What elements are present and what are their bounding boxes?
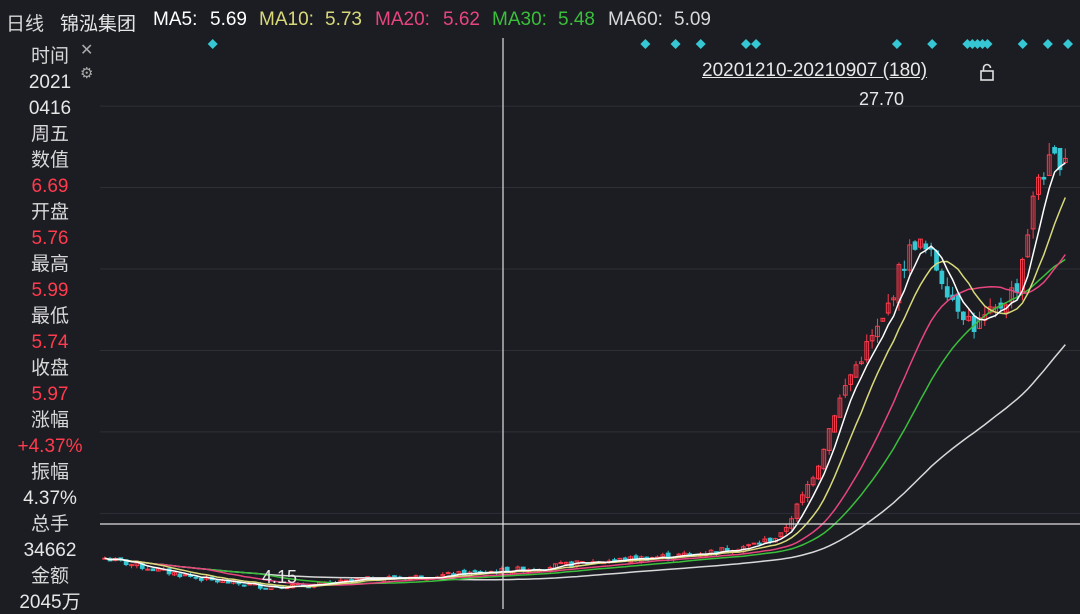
change-label: 涨幅 <box>30 410 69 431</box>
candle-body <box>145 568 150 571</box>
signal-marker <box>891 39 902 49</box>
range-label[interactable]: 20201210-20210907 (180) <box>702 60 927 82</box>
close-value: 5.97 <box>31 384 69 405</box>
candle-body <box>150 568 156 572</box>
ma60-value: 5.09 <box>674 9 711 30</box>
ma30-value: 5.48 <box>558 9 595 30</box>
low-annotation: 4.15 <box>262 567 298 587</box>
ma10-label: MA10: <box>259 9 314 30</box>
signal-markers <box>207 39 1073 49</box>
candle-body <box>923 243 929 250</box>
info-panel: 时间 2021 0416 周五 数值 6.69 开盘 5.76 最高 5.99 … <box>0 38 100 613</box>
candle-body <box>215 580 220 583</box>
candle-body <box>944 286 950 298</box>
signal-marker <box>670 39 681 49</box>
amount-value: 2045万 <box>19 592 81 613</box>
open-value: 5.76 <box>31 228 69 249</box>
candle-body <box>901 268 907 271</box>
candle-body <box>746 544 752 547</box>
candle-body <box>472 570 478 573</box>
signal-marker <box>741 39 751 49</box>
value-label: 数值 <box>30 150 69 171</box>
candle-body <box>912 241 918 250</box>
gear-icon[interactable]: ⚙ <box>80 64 98 82</box>
kline-chart[interactable] <box>0 0 1080 609</box>
lock-icon[interactable] <box>978 63 996 81</box>
candle-body <box>939 270 945 285</box>
ma20-label: MA20: <box>375 9 430 30</box>
candle-body <box>1052 147 1057 154</box>
ma20-value: 5.62 <box>443 9 480 30</box>
amount-label: 金额 <box>30 566 69 587</box>
candle-body <box>1041 176 1047 180</box>
ma-header: 日线 锦泓集团 MA5: 5.69 MA10: 5.73 MA20: 5.62 … <box>0 0 1080 38</box>
signal-marker <box>207 39 218 49</box>
candle-body <box>263 587 269 590</box>
low-value: 5.74 <box>31 332 69 353</box>
weekday: 周五 <box>30 124 69 145</box>
signal-marker <box>982 39 993 49</box>
candle-body <box>558 562 564 565</box>
candle-body <box>177 573 183 578</box>
open-label: 开盘 <box>30 202 69 223</box>
ma5-label: MA5: <box>153 9 198 30</box>
ma10-line <box>104 197 1066 588</box>
signal-marker <box>1042 39 1053 49</box>
volume-label: 总手 <box>30 514 69 535</box>
signal-marker <box>1063 39 1073 49</box>
candle-body <box>193 576 199 579</box>
candle-body <box>767 537 773 542</box>
change-value: +4.37% <box>17 436 83 457</box>
high-value: 5.99 <box>31 280 69 301</box>
ma30-line <box>104 258 1066 585</box>
signal-marker <box>751 39 762 49</box>
ma20-line <box>104 254 1066 586</box>
ma60-label: MA60: <box>608 9 663 30</box>
amplitude-value: 4.37% <box>23 488 77 509</box>
candles <box>102 142 1068 591</box>
candle-body <box>1014 283 1020 293</box>
high-annotation: 27.70 <box>859 89 905 109</box>
close-icon[interactable]: ✕ <box>80 40 98 59</box>
amplitude-label: 振幅 <box>30 462 69 483</box>
ma10-value: 5.73 <box>325 9 362 30</box>
ma60-line <box>104 344 1066 581</box>
chart-grid <box>100 105 1080 514</box>
candle-body <box>960 311 966 321</box>
volume-value: 34662 <box>23 540 77 561</box>
candle-body <box>955 293 961 312</box>
low-label: 最低 <box>30 306 69 327</box>
close-label: 收盘 <box>30 358 69 379</box>
value: 6.69 <box>31 176 69 197</box>
ma5-value: 5.69 <box>210 9 247 30</box>
candle-body <box>182 574 188 577</box>
signal-marker <box>927 39 938 49</box>
time-date: 0416 <box>28 98 72 119</box>
signal-marker <box>640 39 651 49</box>
high-label: 最高 <box>30 254 69 275</box>
candle-body <box>757 542 762 545</box>
period-label[interactable]: 日线 <box>6 9 44 36</box>
signal-marker <box>1017 39 1028 49</box>
stock-name: 锦泓集团 <box>60 14 137 35</box>
candle-body <box>751 542 757 545</box>
ma30-label: MA30: <box>492 9 547 30</box>
candle-body <box>241 584 247 587</box>
signal-marker <box>695 39 706 49</box>
candle-body <box>198 577 204 581</box>
